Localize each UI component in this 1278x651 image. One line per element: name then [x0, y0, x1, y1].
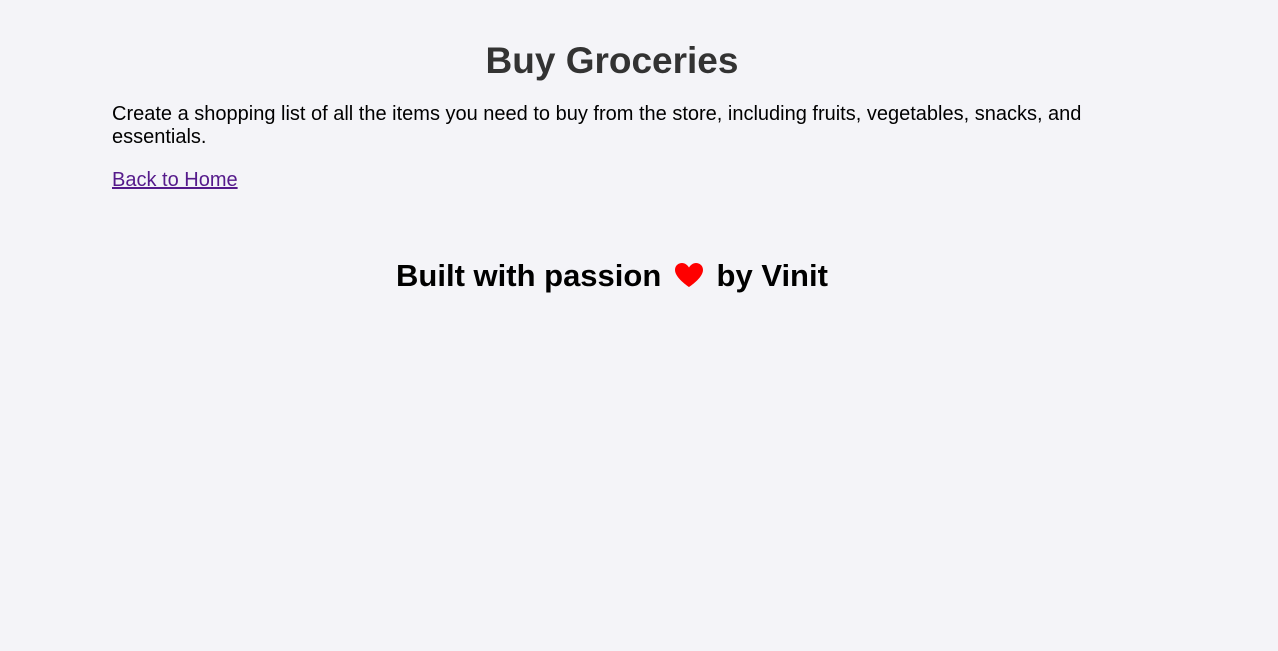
footer-suffix: by Vinit — [716, 258, 828, 293]
footer-prefix: Built with passion — [396, 258, 662, 293]
page-description: Create a shopping list of all the items … — [112, 103, 1082, 148]
back-to-home-link[interactable]: Back to Home — [112, 169, 238, 192]
footer-credit: Built with passion by Vinit — [0, 258, 1224, 296]
heart-icon — [674, 260, 704, 296]
page-title: Buy Groceries — [485, 40, 739, 81]
